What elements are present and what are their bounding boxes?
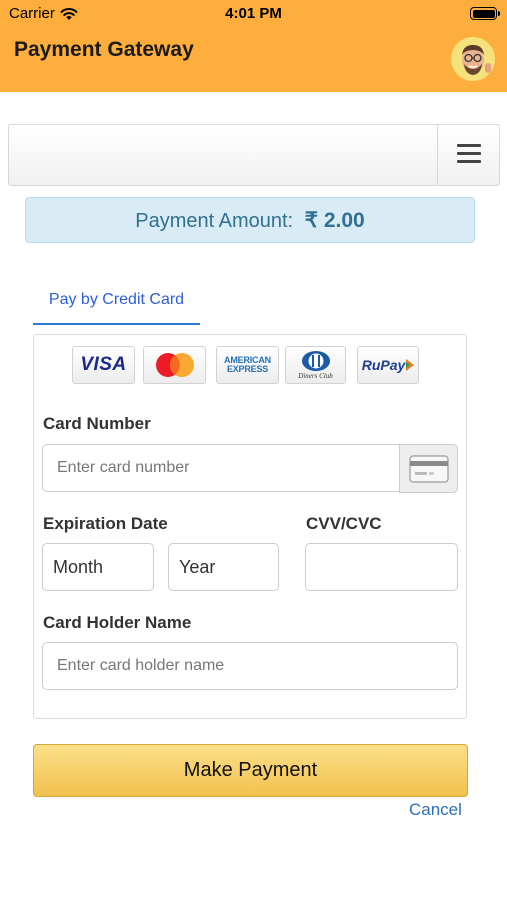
card-number-label: Card Number bbox=[43, 414, 151, 433]
payment-amount-banner: Payment Amount: ₹ 2.00 bbox=[25, 197, 475, 243]
avatar[interactable] bbox=[451, 37, 495, 81]
credit-card-icon bbox=[409, 455, 449, 483]
card-scan-button[interactable] bbox=[399, 444, 458, 493]
menu-button[interactable] bbox=[437, 125, 499, 185]
diners-club-logo: Diners Club bbox=[285, 346, 346, 384]
battery-icon bbox=[470, 7, 500, 20]
navigation-bar bbox=[8, 124, 500, 186]
app-header: Carrier 4:01 PM Payment Gateway bbox=[0, 0, 507, 92]
year-select[interactable]: Year bbox=[168, 543, 279, 591]
cvv-input[interactable] bbox=[305, 543, 458, 591]
mastercard-icon bbox=[155, 353, 194, 377]
payment-amount-label: Payment Amount: bbox=[135, 210, 294, 232]
cancel-link[interactable]: Cancel bbox=[409, 800, 462, 820]
rupay-logo: RuPay bbox=[357, 346, 419, 384]
month-select[interactable]: Month bbox=[42, 543, 154, 591]
visa-logo-text: VISA bbox=[80, 354, 127, 375]
card-holder-name-input[interactable]: Enter card holder name bbox=[42, 642, 458, 690]
tab-credit-card[interactable]: Pay by Credit Card bbox=[33, 290, 200, 325]
payment-amount-value: ₹ 2.00 bbox=[304, 209, 365, 232]
expiration-date-label: Expiration Date bbox=[43, 514, 168, 533]
american-express-logo: AMERICAN EXPRESS bbox=[216, 346, 279, 384]
cvv-label: CVV/CVC bbox=[306, 514, 382, 533]
card-holder-name-label: Card Holder Name bbox=[43, 613, 192, 632]
card-number-input[interactable]: Enter card number bbox=[42, 444, 400, 492]
amex-line-2: EXPRESS bbox=[226, 364, 269, 374]
rupay-logo-text: RuPay bbox=[361, 357, 406, 373]
mastercard-logo bbox=[143, 346, 206, 384]
diners-club-text: Diners Club bbox=[298, 372, 333, 380]
status-bar: Carrier 4:01 PM bbox=[0, 0, 507, 28]
diners-club-icon bbox=[301, 351, 330, 371]
menu-icon bbox=[457, 160, 481, 163]
status-time: 4:01 PM bbox=[225, 5, 282, 22]
make-payment-button[interactable]: Make Payment bbox=[33, 744, 468, 797]
page-title: Payment Gateway bbox=[14, 38, 194, 61]
visa-logo: VISA bbox=[72, 346, 135, 384]
menu-icon bbox=[457, 152, 481, 155]
user-avatar-icon bbox=[451, 37, 495, 81]
rupay-arrow-icon bbox=[406, 359, 415, 371]
menu-icon bbox=[457, 144, 481, 147]
